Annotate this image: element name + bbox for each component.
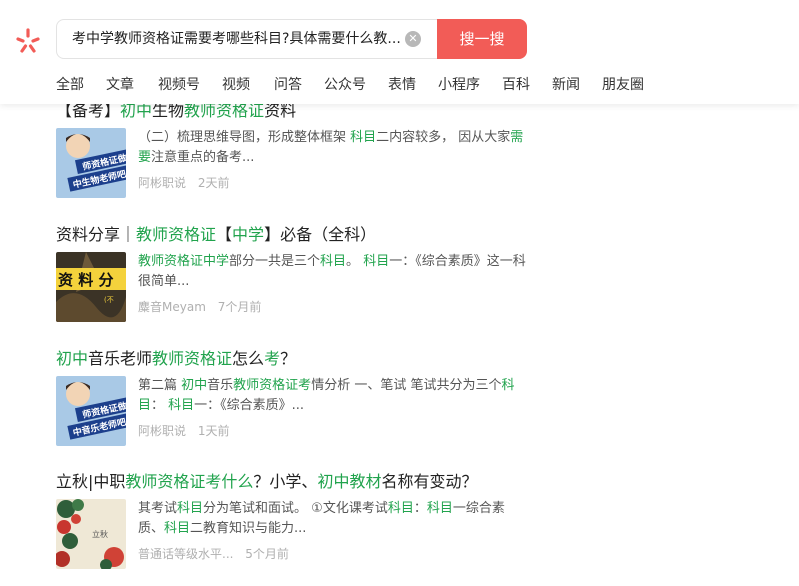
result-source[interactable]: 普通话等级水平...: [138, 547, 233, 561]
thumb-caption: 立秋: [92, 529, 108, 539]
text-segment: 。: [346, 254, 364, 269]
tab-channels[interactable]: 视频号: [158, 74, 200, 98]
text-segment: 第二篇: [138, 378, 182, 393]
text-segment: 音乐老师: [88, 349, 153, 368]
result-item[interactable]: 初中音乐老师教师资格证怎么考？ 师资格证做个 中音乐老师吧 第二篇 初中音乐教师…: [56, 348, 536, 448]
text-segment: 音乐: [207, 378, 234, 393]
text-segment: 二内容较多， 因从大家: [376, 130, 511, 145]
result-summary: 教师资格证中学部分一共是三个科目。 科目一：《综合素质》这一科很简单...: [138, 252, 528, 292]
text-segment: 部分一共是三个: [229, 254, 321, 269]
tab-all[interactable]: 全部: [56, 74, 84, 98]
text-segment: ？: [280, 349, 297, 368]
result-item[interactable]: 资料分享｜教师资格证【中学】必备（全科） 资 料 分 (不 教师资格证中学部分一…: [56, 224, 536, 324]
highlighted-keyword: 科目: [426, 501, 453, 516]
result-source[interactable]: 阿彬职说: [138, 176, 186, 190]
tab-moments[interactable]: 朋友圈: [602, 74, 644, 98]
text-segment: 其考试: [138, 501, 178, 516]
text-segment: ？小学、: [253, 472, 318, 491]
highlighted-keyword: 科目: [164, 521, 191, 536]
thumb-caption: 资 料 分: [58, 271, 113, 289]
result-summary: 第二篇 初中音乐教师资格证考情分析 一、笔试 笔试共分为三个科目： 科目一：《综…: [138, 376, 528, 416]
result-meta: 阿彬职说 2天前: [138, 174, 229, 191]
search-box: 考中学教师资格证需要考哪些科目?具体需要什么教... ✕ 搜一搜: [56, 19, 527, 59]
result-title[interactable]: 资料分享｜教师资格证【中学】必备（全科）: [56, 224, 376, 246]
highlighted-keyword: 初中: [181, 378, 208, 393]
highlighted-keyword: 初中教材: [317, 472, 382, 491]
highlighted-keyword: 科目: [363, 254, 390, 269]
result-time: 7个月前: [217, 300, 262, 314]
text-segment: 一：《综合素质》...: [194, 398, 305, 413]
text-segment: 资料分享｜: [56, 225, 137, 244]
text-segment: 情分析 一、笔试 笔试共分为三个: [311, 378, 502, 393]
highlighted-keyword: 考: [264, 349, 281, 368]
result-source[interactable]: 阿彬职说: [138, 424, 186, 438]
result-thumbnail[interactable]: 师资格证做个 中生物老师吧: [56, 128, 126, 198]
highlighted-keyword: 初中: [56, 349, 89, 368]
result-title[interactable]: 初中音乐老师教师资格证怎么考？: [56, 348, 296, 370]
result-time: 1天前: [197, 424, 230, 438]
text-segment: 怎么: [232, 349, 265, 368]
highlighted-keyword: 教师资格证: [152, 349, 233, 368]
text-segment: 注意重点的备考...: [151, 150, 255, 165]
tab-videos[interactable]: 视频: [222, 74, 250, 98]
text-segment: 名称有变动？: [381, 472, 478, 491]
text-segment: ：: [151, 398, 169, 413]
highlighted-keyword: 科目: [387, 501, 414, 516]
text-segment: 立秋|中职: [56, 472, 126, 491]
result-thumbnail[interactable]: 立秋: [56, 499, 126, 569]
highlighted-keyword: 中学: [232, 225, 265, 244]
highlighted-keyword: 教师资格证考: [233, 378, 312, 393]
result-time: 2天前: [197, 176, 230, 190]
highlighted-keyword: 科目: [320, 254, 347, 269]
highlighted-keyword: 教师资格证: [136, 225, 217, 244]
tab-qa[interactable]: 问答: [274, 74, 302, 98]
highlighted-keyword: 科目: [168, 398, 195, 413]
thumb-small-text: (不: [104, 296, 114, 304]
result-summary: （二）梳理思维导图，形成整体框架 科目二内容较多， 因从大家需要注意重点的备考.…: [138, 128, 528, 168]
tab-stickers[interactable]: 表情: [388, 74, 416, 98]
highlighted-keyword: 科目: [350, 130, 377, 145]
result-thumbnail[interactable]: 师资格证做个 中音乐老师吧: [56, 376, 126, 446]
result-source[interactable]: 麋音Meyam: [138, 300, 206, 314]
result-item[interactable]: 【备考】初中生物教师资格证资料 师资格证做个 中生物老师吧 （二）梳理思维导图，…: [56, 100, 536, 200]
search-input[interactable]: 考中学教师资格证需要考哪些科目?具体需要什么教...: [57, 20, 437, 58]
tab-news[interactable]: 新闻: [552, 74, 580, 98]
tab-bar: 全部 文章 视频号 视频 问答 公众号 表情 小程序 百科 新闻 朋友圈: [56, 74, 644, 98]
highlighted-keyword: 教师资格证中学: [138, 254, 230, 269]
text-segment: ：: [413, 501, 427, 516]
sousou-logo-icon[interactable]: [13, 26, 43, 56]
result-meta: 普通话等级水平... 5个月前: [138, 545, 289, 562]
tab-official-accounts[interactable]: 公众号: [324, 74, 366, 98]
tab-mini-programs[interactable]: 小程序: [438, 74, 480, 98]
result-time: 5个月前: [245, 547, 289, 561]
result-thumbnail[interactable]: 资 料 分 (不: [56, 252, 126, 322]
result-meta: 阿彬职说 1天前: [138, 422, 229, 439]
search-button[interactable]: 搜一搜: [437, 19, 527, 59]
result-summary: 其考试科目分为笔试和面试。 ①文化课考试科目：科目一综合素质、科目二教育知识与能…: [138, 499, 528, 539]
text-segment: （二）梳理思维导图，形成整体框架: [138, 130, 351, 145]
highlighted-keyword: 教师资格证考什么: [125, 472, 254, 491]
result-item[interactable]: 立秋|中职教师资格证考什么？小学、初中教材名称有变动？ 立秋 其考试科目分为笔试…: [56, 471, 536, 581]
text-segment: 】必备（全科）: [264, 225, 377, 244]
tab-articles[interactable]: 文章: [106, 74, 134, 98]
result-title[interactable]: 立秋|中职教师资格证考什么？小学、初中教材名称有变动？: [56, 471, 477, 493]
text-segment: 分为笔试和面试。 ①文化课考试: [203, 501, 388, 516]
text-segment: 【: [216, 225, 233, 244]
text-segment: 二教育知识与能力...: [190, 521, 307, 536]
tab-encyclopedia[interactable]: 百科: [502, 74, 530, 98]
result-meta: 麋音Meyam 7个月前: [138, 298, 261, 315]
search-header: 考中学教师资格证需要考哪些科目?具体需要什么教... ✕ 搜一搜 全部 文章 视…: [0, 0, 799, 104]
clear-icon[interactable]: ✕: [405, 31, 421, 47]
highlighted-keyword: 科目: [177, 501, 204, 516]
